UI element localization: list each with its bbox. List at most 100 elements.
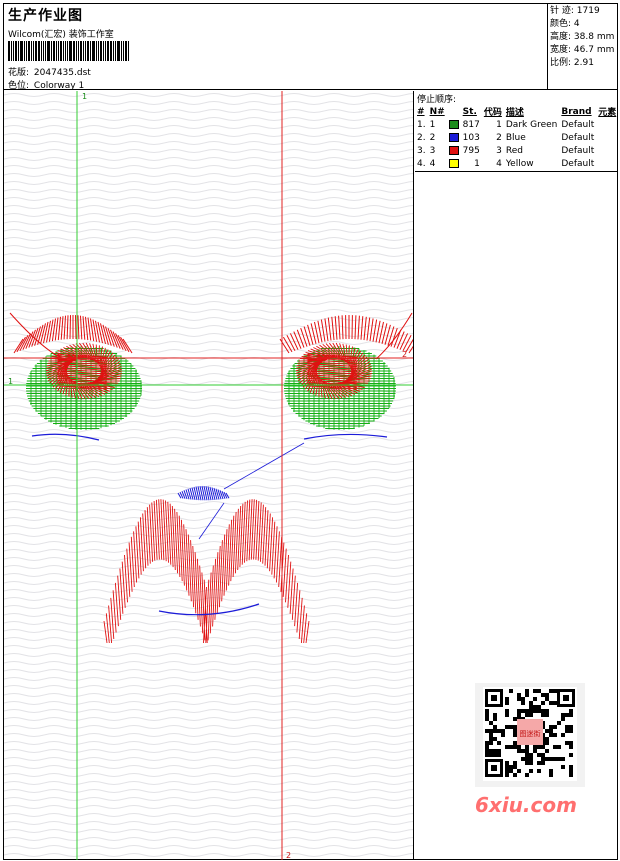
qr-module: [525, 757, 529, 761]
stop-element: [597, 144, 619, 157]
qr-module: [513, 745, 517, 749]
qr-module: [513, 773, 517, 777]
swatch: [448, 157, 462, 170]
qr-module: [529, 701, 533, 705]
qr-module: [505, 773, 509, 777]
qr-module: [517, 693, 521, 697]
qr-module: [517, 745, 521, 749]
barcode-bar: [35, 41, 37, 61]
qr-module: [549, 725, 553, 729]
qr-module: [529, 769, 533, 773]
worksheet-header: 生产作业图 Wilcom(汇宏) 装饰工作室 花版: 2047435.dst 色…: [4, 4, 617, 91]
qr-module: [525, 709, 529, 713]
qr-module: [569, 745, 573, 749]
qr-module: [553, 733, 557, 737]
color-swatch: [448, 132, 459, 142]
stat-scale-label: 比例:: [550, 58, 572, 68]
stop-stitches: 817: [462, 119, 480, 130]
qr-module: [513, 761, 517, 765]
qr-module: [485, 729, 489, 733]
barcode-bar: [87, 41, 89, 61]
qr-module: [509, 769, 513, 773]
qr-module: [493, 737, 497, 741]
barcode-bar: [56, 41, 57, 61]
stop-stitches: 1: [474, 158, 480, 169]
stop-code: 2: [496, 132, 502, 143]
qr-module: [485, 709, 489, 713]
qr-module: [557, 757, 561, 761]
stat-colors-label: 颜色:: [550, 19, 572, 29]
qr-module: [485, 713, 489, 717]
barcode-bar: [121, 41, 122, 61]
qr-module: [489, 737, 493, 741]
qr-module: [537, 705, 541, 709]
qr-module: [565, 713, 569, 717]
qr-module: [541, 757, 545, 761]
qr-module: [565, 729, 569, 733]
barcode-bar: [33, 41, 34, 61]
barcode-bar: [92, 41, 95, 61]
colorway-line: 色位: Colorway 1: [8, 78, 84, 91]
qr-module: [565, 725, 569, 729]
barcode-bar: [47, 41, 50, 61]
qr-module: [549, 769, 553, 773]
worksheet-title: 生产作业图: [8, 8, 83, 24]
qr-module: [549, 757, 553, 761]
qr-module: [561, 717, 565, 721]
qr-code: 图迷街: [475, 683, 585, 787]
qr-module: [541, 713, 545, 717]
qr-module: [541, 745, 545, 749]
barcode-bar: [28, 41, 30, 61]
stop-needle: 4: [429, 158, 436, 169]
stop-description: Red: [505, 145, 523, 156]
barcode-bar: [45, 41, 46, 61]
barcode-bar: [105, 41, 106, 61]
software-brand: Wilcom(汇宏) 装饰工作室: [8, 30, 114, 40]
qr-module: [521, 709, 525, 713]
stop-stitches: 795: [462, 145, 480, 156]
embroidery-artwork: 1 1 2 2: [4, 91, 413, 860]
stat-colors-value: 4: [573, 19, 580, 29]
col-brand: Brand: [561, 106, 592, 117]
qr-module: [561, 765, 565, 769]
qr-module: [517, 749, 521, 753]
qr-module: [517, 697, 521, 701]
barcode-bar: [96, 41, 97, 61]
barcode-bar: [128, 41, 129, 61]
barcode-bar: [80, 41, 82, 61]
qr-module: [505, 761, 509, 765]
stat-width-label: 宽度:: [550, 45, 572, 55]
qr-module: [485, 745, 489, 749]
qr-module: [533, 749, 537, 753]
qr-finder-inner: [491, 695, 497, 701]
qr-module: [525, 773, 529, 777]
qr-module: [513, 765, 517, 769]
qr-module: [521, 697, 525, 701]
qr-module: [513, 733, 517, 737]
qr-module: [553, 725, 557, 729]
qr-module: [497, 741, 501, 745]
qr-module: [537, 689, 541, 693]
stat-width-value: 46.7 mm: [573, 45, 615, 55]
barcode-bar: [85, 41, 86, 61]
barcode-bar: [76, 41, 77, 61]
stat-stitches: 针 迹: 1719: [550, 5, 615, 18]
stop-description: Yellow: [505, 158, 534, 169]
stop-row: 4. 4 1 4 Yellow Default: [416, 157, 619, 170]
qr-module: [509, 745, 513, 749]
qr-module: [537, 709, 541, 713]
qr-module: [557, 721, 561, 725]
barcode-bar: [58, 41, 59, 61]
barcode-bar: [11, 41, 12, 61]
qr-module: [513, 717, 517, 721]
qr-module: [537, 761, 541, 765]
stop-index: 2.: [417, 132, 426, 143]
qr-module: [569, 729, 573, 733]
qr-module: [485, 741, 489, 745]
qr-module: [489, 721, 493, 725]
colorway-label: 色位:: [8, 81, 30, 91]
barcode-bar: [117, 41, 120, 61]
qr-finder-inner: [563, 695, 569, 701]
design-stats: 针 迹: 1719 颜色: 4 高度: 38.8 mm 宽度: 46.7 mm …: [547, 4, 617, 90]
stop-description: Dark Green: [505, 119, 558, 130]
